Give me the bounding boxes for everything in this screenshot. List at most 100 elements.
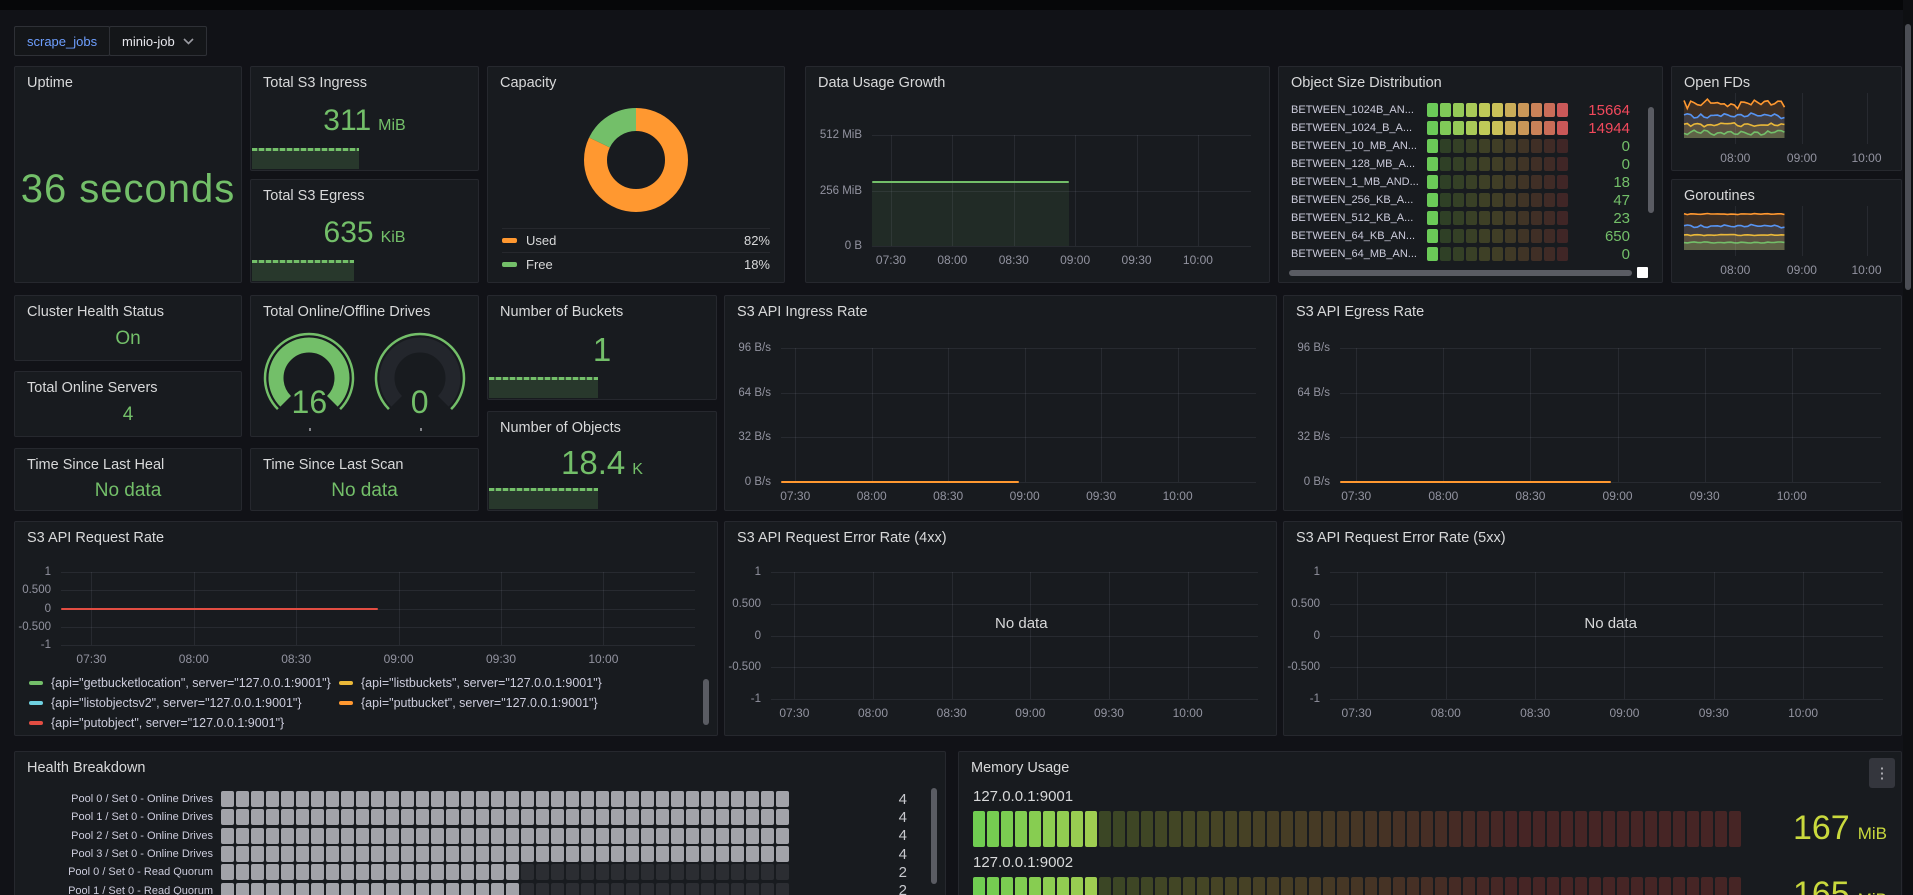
last-scan-value: No data bbox=[331, 480, 398, 502]
led-cell bbox=[641, 828, 654, 844]
led-cell bbox=[296, 883, 309, 895]
legend-item[interactable]: {api="listbuckets", server="127.0.0.1:90… bbox=[339, 673, 649, 693]
led-cell bbox=[596, 809, 609, 825]
led-cell bbox=[1519, 877, 1531, 895]
led-cell bbox=[491, 791, 504, 807]
panel-title[interactable]: S3 API Request Rate bbox=[15, 522, 717, 546]
legend-item[interactable]: {api="putobject", server="127.0.0.1:9001… bbox=[29, 713, 339, 731]
no-data-label: No data bbox=[1584, 615, 1637, 632]
led-cell bbox=[1421, 811, 1433, 847]
panel-title[interactable]: S3 API Request Error Rate (5xx) bbox=[1284, 522, 1901, 546]
axis-x-label: 07:30 bbox=[876, 253, 906, 267]
page-scrollbar-track[interactable] bbox=[1903, 0, 1913, 895]
panel-title[interactable]: Health Breakdown bbox=[15, 752, 945, 776]
led-cell bbox=[987, 877, 999, 895]
led-cell bbox=[266, 883, 279, 895]
led-cell bbox=[311, 883, 324, 895]
panel-title[interactable]: S3 API Ingress Rate bbox=[725, 296, 1276, 320]
panel-title[interactable]: Time Since Last Heal bbox=[15, 449, 241, 473]
panel-title[interactable]: Capacity bbox=[488, 67, 784, 91]
chart-gridline-v bbox=[794, 572, 795, 699]
led-cell bbox=[731, 883, 744, 895]
led-cell bbox=[1544, 157, 1555, 171]
led-cell bbox=[1169, 877, 1181, 895]
panel-data-usage-growth: Data Usage Growth 512 MiB256 MiB0 B07:30… bbox=[805, 66, 1270, 283]
health-breakdown-scrollbar[interactable] bbox=[931, 788, 937, 884]
object-size-horizontal-scrollbar[interactable] bbox=[1289, 270, 1632, 276]
memory-rows: 127.0.0.1:9001167MiB127.0.0.1:9002165MiB bbox=[959, 782, 1901, 895]
axis-y-label: 64 B/s bbox=[738, 387, 781, 399]
panel-title[interactable]: Open FDs bbox=[1672, 67, 1901, 91]
panel-title[interactable]: Data Usage Growth bbox=[806, 67, 1269, 91]
led-cell bbox=[656, 846, 669, 862]
axis-x-label: 08:30 bbox=[933, 489, 963, 503]
axis-y-label: -0.500 bbox=[1287, 661, 1330, 673]
led-cell bbox=[506, 846, 519, 862]
led-cell bbox=[1449, 877, 1461, 895]
led-cell bbox=[1029, 877, 1041, 895]
led-cell bbox=[566, 864, 579, 880]
led-cell bbox=[266, 791, 279, 807]
led-cell bbox=[1492, 247, 1503, 261]
panel-title[interactable]: Cluster Health Status bbox=[15, 296, 241, 320]
table-row: BETWEEN_1_MB_AND...18 bbox=[1279, 173, 1662, 191]
led-cell bbox=[1557, 139, 1568, 153]
panel-title[interactable]: Memory Usage bbox=[959, 752, 1901, 776]
led-cell bbox=[716, 864, 729, 880]
panel-title[interactable]: Number of Buckets bbox=[488, 296, 716, 320]
axis-x-label: 10:00 bbox=[1788, 706, 1818, 720]
led-cell bbox=[326, 883, 339, 895]
panel-title[interactable]: Total S3 Egress bbox=[251, 180, 478, 204]
led-cell bbox=[1544, 175, 1555, 189]
led-cell bbox=[1015, 811, 1027, 847]
led-cell bbox=[281, 828, 294, 844]
panel-title[interactable]: Time Since Last Scan bbox=[251, 449, 478, 473]
axis-x-label: 08:00 bbox=[179, 652, 209, 666]
axis-x-label: 10:00 bbox=[1183, 253, 1213, 267]
panel-title[interactable]: S3 API Request Error Rate (4xx) bbox=[725, 522, 1276, 546]
egress-rate-chart: 96 B/s64 B/s32 B/s0 B/s07:3008:0008:3009… bbox=[1294, 326, 1889, 504]
object-size-vertical-scrollbar[interactable] bbox=[1648, 107, 1654, 213]
led-cell bbox=[371, 828, 384, 844]
led-cell bbox=[686, 828, 699, 844]
legend-scrollbar[interactable] bbox=[703, 679, 709, 725]
legend-item-free[interactable]: Free 18% bbox=[502, 252, 770, 276]
axis-y-label: -1 bbox=[751, 693, 771, 705]
led-cell bbox=[776, 828, 789, 844]
bar-gauge-fill bbox=[252, 260, 354, 281]
panel-title[interactable]: Total S3 Ingress bbox=[251, 67, 478, 91]
panel-title[interactable]: Object Size Distribution bbox=[1279, 67, 1662, 91]
led-cell bbox=[731, 791, 744, 807]
legend-item[interactable]: {api="getbucketlocation", server="127.0.… bbox=[29, 673, 339, 693]
panel-title[interactable]: S3 API Egress Rate bbox=[1284, 296, 1901, 320]
led-cell bbox=[1715, 877, 1727, 895]
led-cell bbox=[1645, 811, 1657, 847]
page-scrollbar-thumb[interactable] bbox=[1905, 24, 1911, 290]
panel-title[interactable]: Uptime bbox=[15, 67, 241, 91]
axis-y-label: 96 B/s bbox=[1297, 342, 1340, 354]
led-cell bbox=[1427, 229, 1438, 243]
led-cell bbox=[1687, 877, 1699, 895]
chart-gridline-v bbox=[1446, 572, 1447, 699]
led-cell bbox=[1421, 877, 1433, 895]
object-size-scroll-handle[interactable] bbox=[1637, 267, 1648, 278]
variable-label-scrape-jobs[interactable]: scrape_jobs bbox=[14, 26, 110, 56]
led-cell bbox=[1673, 811, 1685, 847]
panel-title[interactable]: Number of Objects bbox=[488, 412, 716, 436]
axis-x-label: 09:00 bbox=[384, 652, 414, 666]
axis-y-label: 0.500 bbox=[22, 584, 61, 596]
led-cell bbox=[416, 883, 429, 895]
led-cell bbox=[761, 791, 774, 807]
led-cell bbox=[311, 864, 324, 880]
row-label: Pool 2 / Set 0 - Online Drives bbox=[27, 830, 221, 842]
led-cell bbox=[701, 809, 714, 825]
legend-item[interactable]: {api="listobjectsv2", server="127.0.0.1:… bbox=[29, 693, 339, 713]
legend-item[interactable]: {api="putbucket", server="127.0.0.1:9001… bbox=[339, 693, 649, 713]
legend-item-used[interactable]: Used 82% bbox=[502, 228, 770, 252]
panel-title[interactable]: Total Online Servers bbox=[15, 372, 241, 396]
panel-title[interactable]: Goroutines bbox=[1672, 180, 1901, 204]
led-cell bbox=[656, 864, 669, 880]
led-cell bbox=[1169, 811, 1181, 847]
panel-title[interactable]: Total Online/Offline Drives bbox=[251, 296, 478, 320]
variable-picker-minio-job[interactable]: minio-job bbox=[109, 26, 207, 56]
